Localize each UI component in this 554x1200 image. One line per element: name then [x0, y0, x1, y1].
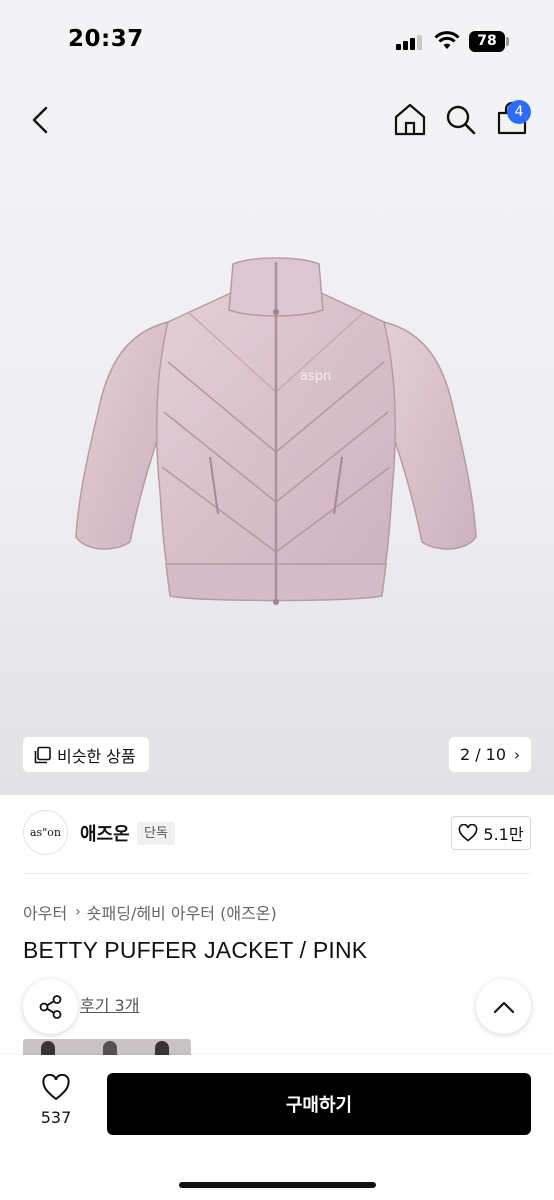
chevron-up-icon: [493, 1001, 514, 1013]
brand-like-button[interactable]: 5.1만: [451, 816, 531, 850]
status-time: 20:37: [68, 26, 144, 52]
similar-products-button[interactable]: 비슷한 상품: [23, 737, 149, 772]
share-icon: [39, 994, 61, 1019]
search-icon[interactable]: [442, 100, 478, 138]
puffer-jacket-image: aspn: [75, 257, 477, 605]
home-icon[interactable]: [392, 100, 428, 138]
image-pager-count: 2 / 10: [459, 745, 507, 764]
cellular-signal-icon: [396, 34, 424, 50]
breadcrumb: 아우터 › 숏패딩/헤비 아우터 (애즈온): [23, 900, 277, 924]
buy-button[interactable]: 구매하기: [107, 1073, 531, 1135]
similar-products-label: 비슷한 상품: [57, 746, 136, 766]
battery-tip: [506, 37, 509, 46]
scroll-top-button[interactable]: [476, 979, 531, 1034]
image-pager[interactable]: 2 / 10 ›: [449, 737, 531, 772]
divider: [23, 873, 531, 874]
back-chevron-icon[interactable]: [24, 100, 58, 140]
exclusive-badge: 단독: [137, 822, 175, 845]
heart-icon: [459, 824, 478, 842]
heart-icon: [42, 1073, 70, 1101]
jacket-logo-text: aspn: [300, 369, 331, 384]
breadcrumb-separator-icon: ›: [75, 904, 81, 920]
breadcrumb-padding[interactable]: 숏패딩/헤비 아우터 (애즈온): [87, 900, 277, 924]
similar-items-icon: [34, 746, 51, 763]
wishlist-count: 537: [40, 1108, 72, 1127]
review-count-link[interactable]: 후기 3개: [80, 992, 139, 1016]
cart-count-badge: 4: [507, 100, 531, 124]
breadcrumb-outer[interactable]: 아우터: [23, 900, 67, 924]
brand-logo[interactable]: as"on: [23, 810, 68, 855]
product-title: BETTY PUFFER JACKET / PINK: [23, 937, 368, 963]
chevron-right-icon: ›: [514, 745, 521, 764]
share-button[interactable]: [23, 979, 78, 1034]
brand-like-count: 5.1만: [483, 825, 524, 844]
home-indicator: [179, 1182, 376, 1188]
battery-icon: 78: [469, 31, 505, 52]
brand-name[interactable]: 애즈온: [80, 820, 130, 846]
review-photo-strip[interactable]: [23, 1039, 191, 1055]
wifi-icon: [434, 31, 460, 49]
wishlist-button[interactable]: 537: [30, 1073, 82, 1134]
